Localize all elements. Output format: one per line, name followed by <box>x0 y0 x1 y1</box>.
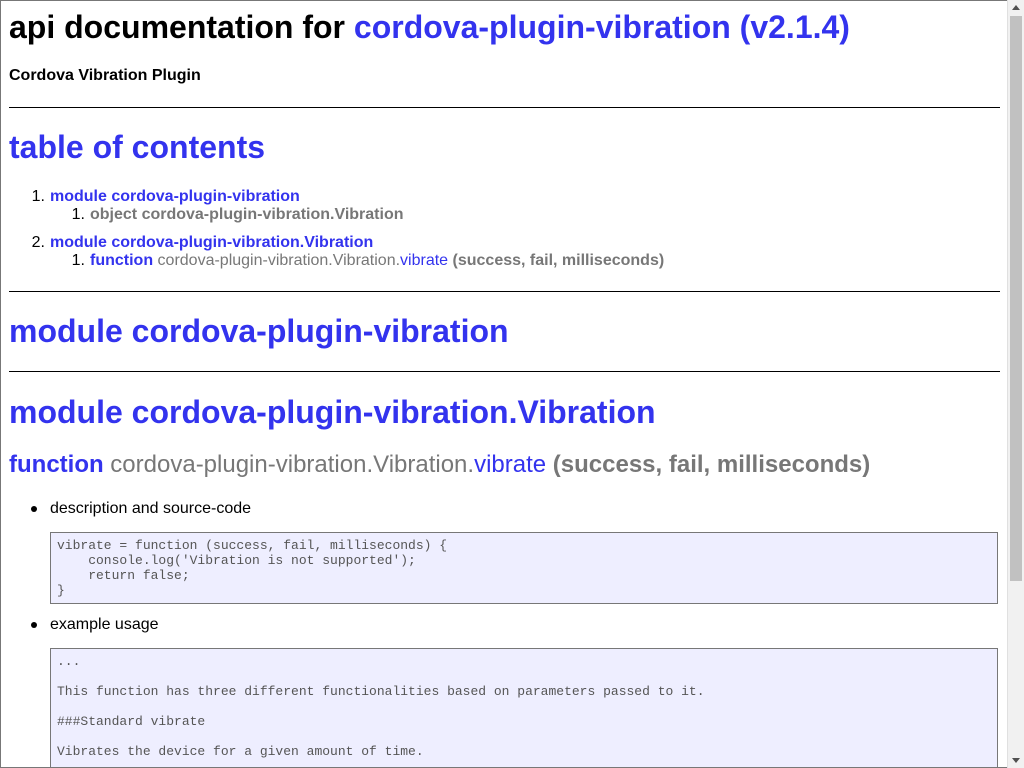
document-frame: api documentation for cordova-plugin-vib… <box>0 0 1007 768</box>
toc-item-module-vibration[interactable]: module cordova-plugin-vibration <box>50 188 300 206</box>
page-title-prefix: api documentation for <box>9 9 354 45</box>
detail-label-example: example usage <box>50 616 159 633</box>
toc-function-keyword: function <box>90 252 154 269</box>
divider <box>9 107 1000 108</box>
function-heading-vibrate[interactable]: function cordova-plugin-vibration.Vibrat… <box>9 451 870 479</box>
package-description: Cordova Vibration Plugin <box>9 67 201 84</box>
scrollbar-thumb[interactable] <box>1010 16 1022 581</box>
toc-subitem-number: 1. <box>71 206 85 223</box>
toc-item-number: 1. <box>31 188 45 205</box>
module-heading-vibration-class[interactable]: module cordova-plugin-vibration.Vibratio… <box>9 394 656 431</box>
toc-subitem-number: 1. <box>71 252 85 269</box>
code-block-source: vibrate = function (success, fail, milli… <box>50 532 998 604</box>
function-params: (success, fail, milliseconds) <box>546 451 871 478</box>
toc-item-number: 2. <box>31 234 45 251</box>
code-block-example: ... This function has three different fu… <box>50 648 998 767</box>
module-heading-vibration[interactable]: module cordova-plugin-vibration <box>9 313 509 350</box>
divider <box>9 291 1000 292</box>
function-keyword: function <box>9 451 104 478</box>
bullet <box>31 622 37 628</box>
toc-function-params: (success, fail, milliseconds) <box>448 252 665 269</box>
vertical-scrollbar[interactable] <box>1007 0 1024 768</box>
function-name: vibrate <box>474 451 547 478</box>
toc-function-name: vibrate <box>400 252 449 269</box>
package-link[interactable]: cordova-plugin-vibration (v2.1.4) <box>354 9 850 45</box>
toc-subitem-object: object cordova-plugin-vibration.Vibratio… <box>90 206 404 223</box>
toc-item-module-vibration-class[interactable]: module cordova-plugin-vibration.Vibratio… <box>50 234 373 252</box>
toc-heading-link[interactable]: table of contents <box>9 129 265 166</box>
scroll-up-arrow-icon[interactable] <box>1012 5 1020 10</box>
function-path: cordova-plugin-vibration.Vibration. <box>103 451 475 478</box>
page-title: api documentation for cordova-plugin-vib… <box>9 9 850 46</box>
toc-function-path: cordova-plugin-vibration.Vibration. <box>153 252 401 269</box>
detail-label-source: description and source-code <box>50 500 252 517</box>
toc-subitem-function-vibrate[interactable]: function cordova-plugin-vibration.Vibrat… <box>90 252 664 270</box>
divider <box>9 371 1000 372</box>
bullet <box>31 506 37 512</box>
scroll-down-arrow-icon[interactable] <box>1012 758 1020 763</box>
